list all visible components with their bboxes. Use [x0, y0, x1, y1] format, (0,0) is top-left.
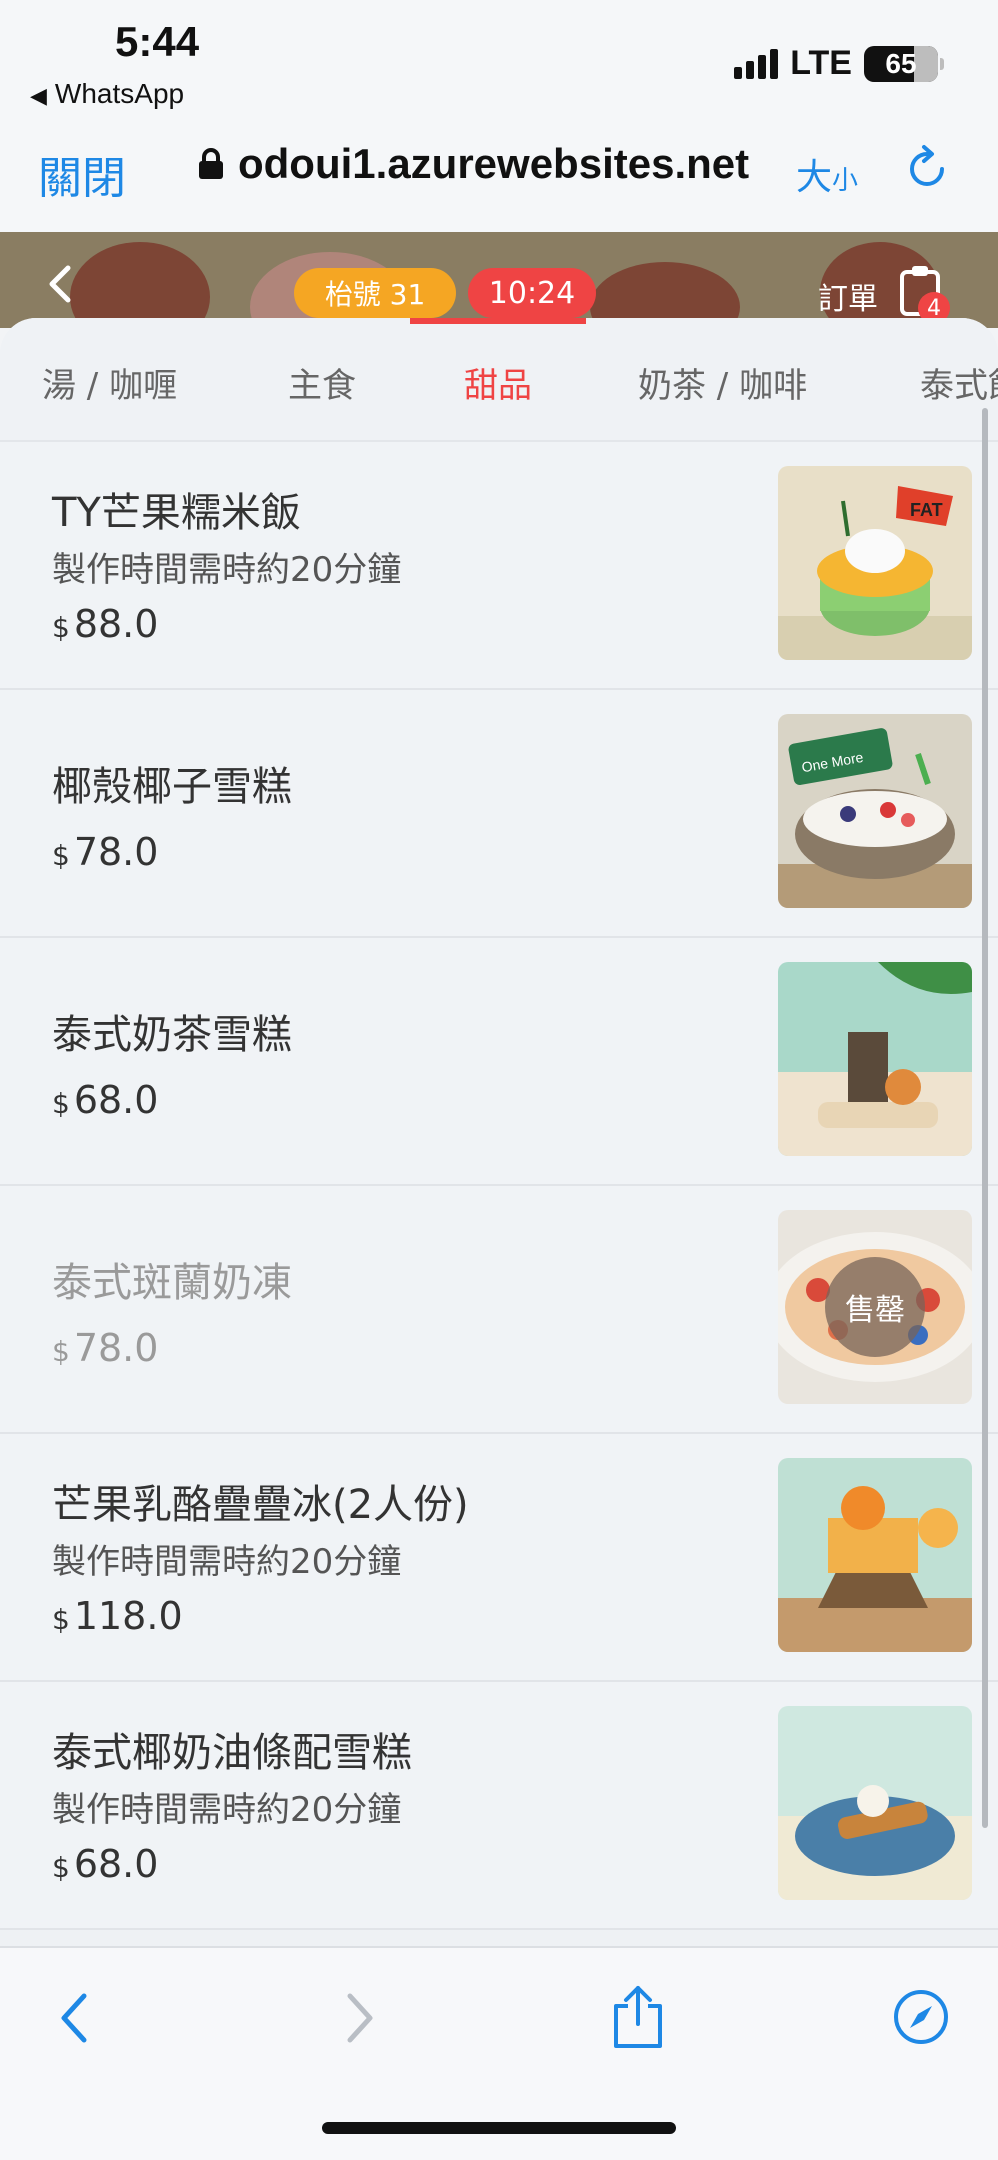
item-name: 泰式斑蘭奶凍	[52, 1260, 292, 1306]
price-value: 118.0	[73, 1594, 183, 1638]
close-button[interactable]: 關閉	[38, 142, 126, 206]
browser-url-bar: 關閉 odoui1.azurewebsites.net 大小	[0, 120, 998, 232]
share-button[interactable]	[610, 1984, 666, 2054]
back-app-label: WhatsApp	[54, 78, 185, 109]
reload-button[interactable]	[902, 144, 952, 198]
category-tabs: 湯 / 咖喱 主食 甜品 奶茶 / 咖啡 泰式飲	[0, 318, 998, 442]
text-size-button[interactable]: 大小	[796, 148, 858, 200]
active-tab-indicator	[410, 318, 586, 324]
thumb-sign-text: FAT	[910, 500, 943, 520]
text-size-big: 大	[796, 157, 833, 198]
sold-out-badge: 售罄	[825, 1257, 925, 1357]
menu-item[interactable]: TY芒果糯米飯 製作時間需時約20分鐘 $88.0 FAT	[0, 442, 998, 690]
header-decoration	[70, 242, 210, 328]
currency-symbol: $	[52, 1335, 70, 1368]
url-text: odoui1.azurewebsites.net	[238, 140, 750, 187]
price-value: 78.0	[73, 830, 159, 874]
item-name: 椰殼椰子雪糕	[52, 764, 292, 810]
back-arrow-icon	[61, 1993, 87, 2043]
reload-icon	[910, 145, 944, 186]
item-price: $68.0	[52, 1078, 158, 1122]
tab-soup-curry[interactable]: 湯 / 咖喱	[42, 358, 177, 407]
battery-level: 65	[885, 47, 917, 79]
order-label[interactable]: 訂單	[818, 274, 878, 318]
currency-symbol: $	[52, 839, 70, 872]
item-price: $88.0	[52, 602, 158, 646]
currency-symbol: $	[52, 1087, 70, 1120]
price-value: 68.0	[73, 1842, 159, 1886]
status-time: 5:44	[115, 18, 200, 65]
forward-button[interactable]	[340, 1988, 380, 2052]
url-field[interactable]: odoui1.azurewebsites.net	[198, 140, 749, 188]
item-note: 製作時間需時約20分鐘	[52, 1790, 402, 1830]
item-photo[interactable]	[778, 962, 972, 1156]
menu-item[interactable]: 芒果乳酪疊疊冰(2人份) 製作時間需時約20分鐘 $118.0	[0, 1434, 998, 1682]
item-price: $68.0	[52, 1842, 158, 1886]
time-badge: 10:24	[468, 268, 596, 318]
menu-item[interactable]: 泰式斑蘭奶凍 $78.0 售罄	[0, 1186, 998, 1434]
home-indicator[interactable]	[322, 2122, 676, 2134]
chevron-left-icon	[49, 265, 71, 303]
tab-main[interactable]: 主食	[288, 358, 356, 407]
menu-panel: 湯 / 咖喱 主食 甜品 奶茶 / 咖啡 泰式飲 TY芒果糯米飯 製作時間需時約…	[0, 318, 998, 1948]
status-indicators: LTE 65	[734, 44, 944, 83]
back-to-app-link[interactable]: ◀ WhatsApp	[30, 78, 184, 110]
share-icon	[614, 1986, 662, 2048]
item-price: $118.0	[52, 1594, 183, 1638]
text-size-small: 小	[832, 166, 859, 196]
lock-icon	[199, 148, 223, 179]
tab-dessert[interactable]: 甜品	[464, 358, 532, 407]
menu-item[interactable]: 椰殼椰子雪糕 $78.0 One More	[0, 690, 998, 938]
network-label: LTE	[790, 44, 852, 82]
item-name: 泰式椰奶油條配雪糕	[52, 1730, 412, 1776]
item-name: 泰式奶茶雪糕	[52, 1012, 292, 1058]
currency-symbol: $	[52, 1851, 70, 1884]
price-value: 78.0	[73, 1326, 159, 1370]
table-number-badge: 枱號 31	[294, 268, 456, 318]
item-photo[interactable]: One More	[778, 714, 972, 908]
back-triangle-icon: ◀	[30, 83, 47, 108]
currency-symbol: $	[52, 611, 70, 644]
tab-thai-drinks[interactable]: 泰式飲	[920, 358, 998, 407]
item-photo[interactable]	[778, 1458, 972, 1652]
item-note: 製作時間需時約20分鐘	[52, 550, 402, 590]
battery-icon: 65	[864, 45, 944, 82]
item-photo: 售罄	[778, 1210, 972, 1404]
signal-icon	[734, 48, 779, 79]
restaurant-header: 枱號 31 10:24 訂單 4	[0, 232, 998, 328]
item-price: $78.0	[52, 830, 158, 874]
tab-milk-tea-coffee[interactable]: 奶茶 / 咖啡	[638, 358, 807, 407]
back-button[interactable]	[54, 1988, 94, 2052]
currency-symbol: $	[52, 1603, 70, 1636]
item-name: 芒果乳酪疊疊冰(2人份)	[52, 1482, 469, 1528]
item-photo[interactable]	[778, 1706, 972, 1900]
compass-icon	[894, 1990, 948, 2044]
item-note: 製作時間需時約20分鐘	[52, 1542, 402, 1582]
item-photo[interactable]: FAT	[778, 466, 972, 660]
forward-arrow-icon	[347, 1993, 373, 2043]
menu-item[interactable]: 泰式椰奶油條配雪糕 製作時間需時約20分鐘 $68.0	[0, 1682, 998, 1930]
header-back-button[interactable]	[42, 262, 78, 310]
price-value: 88.0	[73, 602, 159, 646]
scrollbar[interactable]	[982, 408, 988, 1828]
item-name: TY芒果糯米飯	[52, 490, 301, 536]
item-price: $78.0	[52, 1326, 158, 1370]
price-value: 68.0	[73, 1078, 159, 1122]
compass-button[interactable]	[892, 1988, 950, 2050]
menu-item[interactable]: 泰式奶茶雪糕 $68.0	[0, 938, 998, 1186]
status-bar: 5:44 ◀ WhatsApp LTE 65	[0, 0, 998, 120]
